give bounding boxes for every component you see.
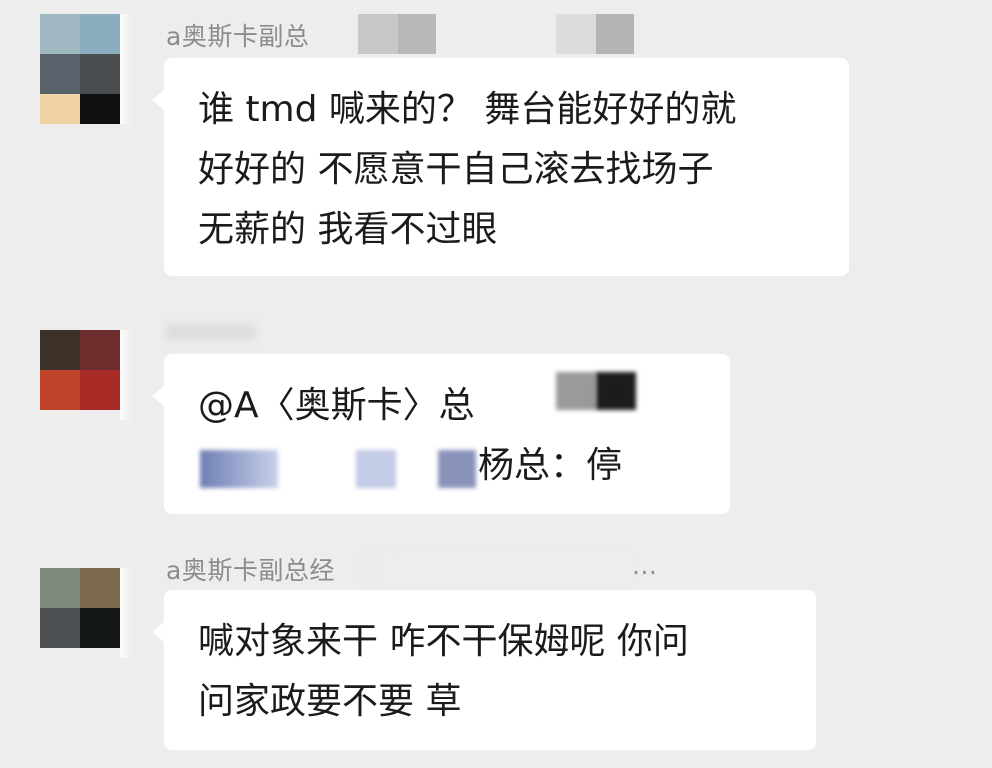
avatar-pixel [40, 330, 80, 370]
avatar-pixel [40, 370, 80, 410]
avatar-pixel [40, 14, 80, 54]
avatar-edge [120, 330, 134, 420]
redacted-mention-block [596, 372, 636, 410]
redacted-mention-block [556, 372, 596, 410]
redacted-name-block [360, 552, 630, 586]
message-text-line: 喊对象来干 咋不干保姆呢 你问 [198, 621, 689, 662]
redacted-mention-block [356, 450, 396, 488]
avatar-edge [120, 568, 134, 658]
message-text-line: 问家政要不要 草 [198, 681, 462, 722]
message-bubble[interactable]: 谁 tmd 喊来的？ 舞台能好好的就 好好的 不愿意干自己滚去找场子 无薪的 我… [152, 58, 849, 276]
avatar-pixel [80, 330, 120, 370]
message-text-line: 无薪的 我看不过眼 [198, 209, 498, 250]
redacted-sender-name [166, 318, 256, 344]
avatar-pixel [40, 568, 80, 608]
redacted-name-block [556, 14, 596, 54]
avatar[interactable] [40, 14, 134, 124]
avatar[interactable] [40, 568, 134, 678]
sender-name[interactable]: a奥斯卡副总 [166, 17, 309, 53]
avatar-pixel [80, 94, 120, 124]
avatar-pixel [40, 608, 80, 648]
avatar-pixel [80, 14, 120, 54]
message-bubble[interactable]: @A〈奥斯卡〉总 杨总：停 [152, 354, 730, 514]
redacted-name-block [398, 14, 436, 54]
sender-name-ellipsis: ... [632, 551, 658, 580]
avatar-pixel [80, 370, 120, 410]
avatar-pixel [40, 94, 80, 124]
sender-name[interactable]: a奥斯卡副总经 [166, 551, 335, 587]
chat-window: a奥斯卡副总 谁 tmd 喊来的？ 舞台能好好的就 好好的 不愿意干自己滚去找场… [0, 0, 992, 768]
message-text-line: 谁 tmd 喊来的？ 舞台能好好的就 [198, 89, 737, 130]
avatar-pixel [80, 568, 120, 608]
redacted-name-block [596, 14, 634, 54]
redacted-mention-block [200, 450, 278, 488]
avatar-edge [120, 14, 134, 124]
message-bubble[interactable]: 喊对象来干 咋不干保姆呢 你问 问家政要不要 草 [152, 590, 816, 750]
avatar-pixel [40, 54, 80, 94]
redacted-mention-block [438, 450, 476, 488]
avatar[interactable] [40, 330, 134, 440]
message-text-line: 好好的 不愿意干自己滚去找场子 [198, 149, 714, 190]
avatar-pixel [80, 608, 120, 648]
avatar-pixel [80, 54, 120, 94]
